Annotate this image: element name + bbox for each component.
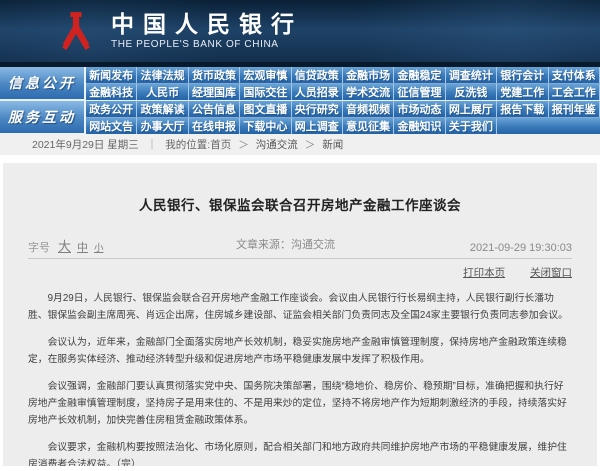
- nav-menu-item[interactable]: 政务公开: [86, 101, 138, 117]
- site-header: 中国人民银行 THE PEOPLE'S BANK OF CHINA: [0, 0, 600, 62]
- breadcrumb-link[interactable]: 沟通交流: [256, 137, 298, 152]
- nav-menu-item[interactable]: 网上调查: [292, 118, 343, 134]
- nav-menu-item[interactable]: 学术交流: [343, 84, 395, 100]
- breadcrumb-trail: ＞ 沟通交流 ＞ 新闻: [231, 137, 343, 152]
- nav-menu-item[interactable]: 图文直播: [240, 101, 292, 117]
- nav-menu-item[interactable]: 央行研究: [292, 101, 343, 117]
- nav-menu-item[interactable]: 人员招录: [292, 84, 343, 100]
- nav-menu-item[interactable]: 调查统计: [446, 67, 498, 83]
- nav-menu-item[interactable]: 反洗钱: [446, 84, 498, 100]
- article-paragraph: 会议强调，金融部门要认真贯彻落实党中央、国务院决策部署，围绕“稳地价、稳房价、稳…: [28, 381, 567, 427]
- nav-menu-item[interactable]: 音频视频: [343, 101, 395, 117]
- tab-services-interaction[interactable]: 服务互动: [0, 101, 86, 133]
- nav-menu-item[interactable]: 征信管理: [394, 84, 446, 100]
- nav-menu-item[interactable]: 意见征集: [343, 118, 395, 134]
- nav-menu-item[interactable]: 办事大厅: [137, 118, 189, 134]
- font-size-button[interactable]: 小: [94, 243, 104, 254]
- article-paragraph: 会议要求，金融机构要按照法治化、市场化原则，配合相关部门和地方政府共同维护房地产…: [28, 442, 567, 466]
- nav-menu-item[interactable]: 在线申报: [189, 118, 241, 134]
- tab-info-disclosure[interactable]: 信息公开: [0, 67, 86, 99]
- article-meta: 字号 大中小 文章来源：沟通交流 2021-09-29 19:30:03: [28, 236, 572, 254]
- nav-menu-item[interactable]: 报告下载: [497, 101, 549, 117]
- nav-menu-item[interactable]: 银行会计: [497, 67, 549, 83]
- nav-menu-item[interactable]: 政策解读: [137, 101, 189, 117]
- pboc-logo-icon: [62, 12, 90, 51]
- nav-section-info-disclosure: 信息公开 新闻发布 法律法规 货币政策 宏观审慎 信贷政策 金融市场 金融稳定 调查统计 银行会…: [0, 67, 600, 100]
- article-paragraph: 9月29日，人民银行、银保监会联合召开房地产金融工作座谈会。会议由人民银行行长易…: [28, 293, 568, 322]
- breadcrumb: 2021年9月29日 星期三 ｜ 我的位置:首页 ＞ 沟通交流 ＞ 新闻: [0, 133, 600, 155]
- content-gap: [0, 155, 600, 163]
- nav-menu-item[interactable]: 金融科技: [86, 84, 138, 100]
- nav-section-services: 服务互动 政务公开 政策解读 公告信息 图文直播 央行研究 音频视频 市场动态 网上展厅 报告下…: [0, 99, 600, 134]
- nav-menu-item[interactable]: 货币政策: [189, 67, 241, 83]
- nav-menu-item[interactable]: 新闻发布: [86, 67, 138, 83]
- bank-name-cn: 中国人民银行: [111, 11, 303, 37]
- bank-name-en: THE PEOPLE'S BANK OF CHINA: [111, 39, 279, 51]
- current-date: 2021年9月29日 星期三: [32, 138, 139, 151]
- nav-menu-item[interactable]: 网站文告: [86, 118, 138, 134]
- nav-menu-item[interactable]: 关于我们: [446, 118, 498, 134]
- article-datetime: 2021-09-29 19:30:03: [469, 242, 572, 255]
- nav-menu-item[interactable]: 市场动态: [394, 101, 446, 117]
- article-title: 人民银行、银保监会联合召开房地产金融工作座谈会: [139, 198, 461, 214]
- nav-menu-item[interactable]: 下载中心: [240, 118, 292, 134]
- meta-divider: [28, 258, 572, 260]
- font-size-button[interactable]: 中: [77, 242, 88, 254]
- nav-menu-item[interactable]: 支付体系: [549, 67, 600, 83]
- breadcrumb-separator: ＞: [238, 138, 249, 151]
- nav-menu-item[interactable]: 公告信息: [189, 101, 241, 117]
- nav-menu-item[interactable]: 金融知识: [394, 118, 446, 134]
- breadcrumb-location-prefix[interactable]: 我的位置:首页: [165, 137, 231, 152]
- nav-row: 金融科技 人民币 经理国库 国际交往 人员招录 学术交流 征信管理 反洗钱 党建工作 工会工作: [86, 83, 600, 100]
- nav-row: 政务公开 政策解读 公告信息 图文直播 央行研究 音频视频 市场动态 网上展厅 报告下载 报刊年鉴: [86, 101, 600, 117]
- nav-row: 网站文告 办事大厅 在线申报 下载中心 网上调查 意见征集 金融知识 关于我们: [86, 117, 600, 134]
- nav-menu-item[interactable]: 信贷政策: [292, 67, 343, 83]
- article-body: 9月29日，人民银行、银保监会联合召开房地产金融工作座谈会。会议由人民银行行长易…: [28, 290, 572, 466]
- nav-menu-item[interactable]: 网上展厅: [446, 101, 498, 117]
- nav-menu-item[interactable]: 宏观审慎: [240, 67, 292, 83]
- nav-row: 新闻发布 法律法规 货币政策 宏观审慎 信贷政策 金融市场 金融稳定 调查统计 银行会计 支付体系: [86, 67, 600, 83]
- nav-menu-item[interactable]: 国际交往: [240, 84, 292, 100]
- article-paragraph: 会议认为，近年来，金融部门全面落实房地产长效机制，稳妥实施房地产金融审慎管理制度…: [28, 337, 567, 366]
- article-actions-top: 打印本页 关闭窗口: [28, 265, 572, 280]
- font-size-label: 字号: [28, 242, 50, 255]
- breadcrumb-divider: ｜: [146, 138, 158, 151]
- close-window-link[interactable]: 关闭窗口: [530, 267, 572, 279]
- nav-menu-item[interactable]: 金融市场: [343, 67, 395, 83]
- nav-menu-item[interactable]: 人民币: [137, 84, 189, 100]
- font-size-switcher: 大中小: [58, 236, 110, 255]
- nav-menu-item[interactable]: 金融稳定: [394, 67, 446, 83]
- nav-menu-item[interactable]: 法律法规: [137, 67, 189, 83]
- nav-menu-item[interactable]: 工会工作: [549, 84, 600, 100]
- print-page-link[interactable]: 打印本页: [463, 267, 505, 279]
- nav-menu-item[interactable]: 经理国库: [189, 84, 241, 100]
- nav-menu-item[interactable]: 报刊年鉴: [549, 101, 600, 117]
- main-navigation: 信息公开 新闻发布 法律法规 货币政策 宏观审慎 信贷政策 金融市场 金融稳定 调查统计 银行会…: [0, 67, 600, 134]
- nav-menu-item[interactable]: 党建工作: [497, 84, 549, 100]
- font-size-button[interactable]: 大: [58, 239, 71, 254]
- breadcrumb-link[interactable]: 新闻: [322, 137, 343, 152]
- article-panel: 人民银行、银保监会联合召开房地产金融工作座谈会 字号 大中小 文章来源：沟通交流…: [3, 163, 597, 466]
- breadcrumb-separator: ＞: [304, 138, 316, 151]
- article-source: 文章来源：沟通交流: [236, 239, 335, 252]
